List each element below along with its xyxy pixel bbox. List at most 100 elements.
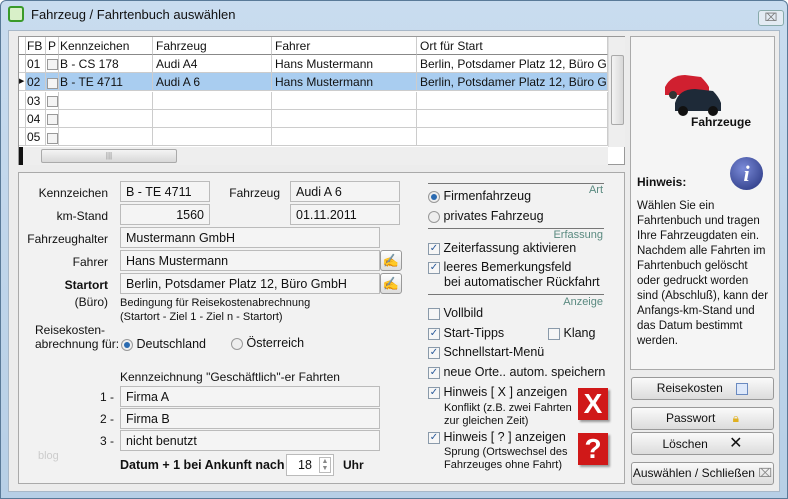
auswaehlen-schliessen-button[interactable]: Auswählen / Schließen ⌧: [631, 462, 774, 485]
col-header-fahrer[interactable]: Fahrer: [272, 37, 417, 55]
checkbox-checked-icon: ✓: [428, 366, 440, 379]
check-leeres-bemerkungsfeld[interactable]: ✓ leeres Bemerkungsfeld: [428, 260, 571, 274]
cell-fahrzeug[interactable]: [153, 91, 272, 110]
radio-firmenfahrzeug[interactable]: Firmenfahrzeug: [428, 189, 531, 203]
cell-ort[interactable]: [417, 109, 608, 128]
checkbox-checked-icon: ✓: [428, 261, 440, 274]
ankunft-hour-spinner[interactable]: 18 ▲ ▼: [286, 454, 334, 476]
radio-oesterreich[interactable]: Österreich: [231, 336, 304, 350]
cell-fb[interactable]: 02: [26, 73, 46, 92]
section-anzeige: Anzeige: [563, 296, 603, 308]
reisekosten-button[interactable]: Reisekosten: [631, 377, 774, 400]
hour-value: 18: [298, 458, 312, 472]
vertical-scrollbar[interactable]: [608, 37, 625, 147]
cell-kennzeichen[interactable]: [59, 91, 153, 110]
cell-kennzeichen[interactable]: B - TE 4711: [59, 73, 153, 92]
horizontal-scrollbar[interactable]: |||: [19, 147, 608, 165]
checkbox-checked-icon: ✓: [428, 346, 440, 359]
datum-plus-label: Datum + 1 bei Ankunft nach: [120, 458, 285, 472]
passwort-button[interactable]: Passwort 🔒︎: [631, 407, 774, 430]
checkbox-unchecked-icon[interactable]: [47, 132, 58, 144]
fahrer-input[interactable]: Hans Mustermann: [120, 250, 380, 271]
kennzeichen-input[interactable]: B - TE 4711: [120, 181, 210, 202]
checkbox-unchecked-icon[interactable]: [47, 59, 58, 71]
firma-input[interactable]: nicht benutzt: [120, 430, 380, 451]
schnellstart-label: Schnellstart-Menü: [443, 345, 545, 359]
cell-ort[interactable]: Berlin, Potsdamer Platz 12, Büro GmbH: [417, 73, 608, 92]
klang-label: Klang: [563, 326, 596, 340]
leeres-label-2: bei automatischer Rückfahrt: [444, 275, 600, 289]
cell-kennzeichen[interactable]: B - CS 178: [59, 55, 153, 73]
check-zeiterfassung[interactable]: ✓ Zeiterfassung aktivieren: [428, 241, 576, 255]
cell-p[interactable]: [46, 91, 59, 110]
check-hinweis-x[interactable]: ✓ Hinweis [ X ] anzeigen: [428, 385, 567, 399]
cell-p[interactable]: [46, 128, 59, 147]
cell-fahrer[interactable]: [272, 91, 417, 110]
spinner-arrows[interactable]: ▲ ▼: [319, 457, 331, 473]
col-header-fahrzeug[interactable]: Fahrzeug: [153, 37, 272, 55]
datum-input[interactable]: 01.11.2011: [290, 204, 400, 225]
checkbox-unchecked-icon[interactable]: [47, 114, 58, 126]
hinweis-text: Wählen Sie ein Fahrtenbuch und tragen Ih…: [637, 200, 769, 347]
check-hinweis-q[interactable]: ✓ Hinweis [ ? ] anzeigen: [428, 430, 566, 444]
cell-fahrer[interactable]: [272, 128, 417, 147]
fahrzeug-input[interactable]: Audi A 6: [290, 181, 400, 202]
col-header-kennzeichen[interactable]: Kennzeichen: [59, 37, 153, 55]
cell-fahrzeug[interactable]: [153, 109, 272, 128]
col-header-p[interactable]: P: [46, 37, 59, 55]
vehicle-grid[interactable]: FB P Kennzeichen Fahrzeug Fahrer Ort für…: [18, 36, 625, 165]
fahrer-label: Fahrer: [72, 255, 108, 269]
cell-fahrer[interactable]: Hans Mustermann: [272, 73, 417, 92]
row-indicator: [19, 128, 26, 147]
startort-picker-button[interactable]: ✍: [380, 273, 402, 294]
radio-deutschland-label: Deutschland: [136, 337, 206, 351]
buero-label: (Büro): [74, 295, 108, 309]
leeres-label: leeres Bemerkungsfeld: [443, 260, 572, 274]
cell-ort[interactable]: [417, 128, 608, 147]
checkbox-unchecked-icon[interactable]: [47, 95, 58, 107]
cell-fahrer[interactable]: Hans Mustermann: [272, 55, 417, 73]
cell-kennzeichen[interactable]: [59, 109, 153, 128]
row-indicator: ▶: [19, 73, 26, 92]
radio-privates-fahrzeug[interactable]: privates Fahrzeug: [428, 209, 544, 223]
firma-input[interactable]: Firma B: [120, 408, 380, 429]
cell-fahrzeug[interactable]: Audi A4: [153, 55, 272, 73]
kennzeichen-label: Kennzeichen: [38, 186, 108, 200]
close-button[interactable]: ⌧: [758, 10, 784, 26]
cell-ort[interactable]: [417, 91, 608, 110]
cell-fahrzeug[interactable]: Audi A 6: [153, 73, 272, 92]
checkbox-unchecked-icon[interactable]: [47, 77, 58, 89]
firmenfahrzeug-label: Firmenfahrzeug: [443, 189, 532, 203]
cell-fb[interactable]: 04: [26, 109, 46, 128]
cell-ort[interactable]: Berlin, Potsdamer Platz 12, Büro GmbH: [417, 55, 608, 73]
fahrzeughalter-input[interactable]: Mustermann GmbH: [120, 227, 380, 248]
cell-fb[interactable]: 01: [26, 55, 46, 73]
check-vollbild[interactable]: Vollbild: [428, 306, 483, 320]
cell-fb[interactable]: 03: [26, 91, 46, 110]
check-klang[interactable]: Klang: [548, 326, 595, 340]
loeschen-button[interactable]: Löschen ✕: [631, 432, 774, 455]
check-schnellstart[interactable]: ✓ Schnellstart-Menü: [428, 345, 544, 359]
cell-fb[interactable]: 05: [26, 128, 46, 147]
fahrer-picker-button[interactable]: ✍: [380, 250, 402, 271]
close-icon: ⌧: [758, 466, 773, 480]
startort-input[interactable]: Berlin, Potsdamer Platz 12, Büro GmbH: [120, 273, 380, 294]
check-neue-orte[interactable]: ✓ neue Orte.. autom. speichern: [428, 365, 605, 379]
radio-deutschland[interactable]: Deutschland: [121, 337, 206, 351]
cell-p[interactable]: [46, 109, 59, 128]
check-start-tipps[interactable]: ✓ Start-Tipps: [428, 326, 504, 340]
firma-input[interactable]: Firma A: [120, 386, 380, 407]
cell-fahrzeug[interactable]: [153, 128, 272, 147]
auswaehlen-label: Auswählen / Schließen: [632, 466, 755, 480]
cell-p[interactable]: [46, 73, 59, 92]
scroll-thumb[interactable]: [611, 55, 624, 125]
scroll-thumb[interactable]: |||: [41, 149, 177, 163]
cell-fahrer[interactable]: [272, 109, 417, 128]
sprung-text-1: Sprung (Ortswechsel des: [444, 446, 568, 458]
cell-p[interactable]: [46, 55, 59, 73]
col-header-fb[interactable]: FB: [26, 37, 46, 55]
cell-kennzeichen[interactable]: [59, 128, 153, 147]
km-stand-input[interactable]: 1560: [120, 204, 210, 225]
col-header-ort[interactable]: Ort für Start: [417, 37, 608, 55]
row-indicator: [19, 55, 26, 73]
